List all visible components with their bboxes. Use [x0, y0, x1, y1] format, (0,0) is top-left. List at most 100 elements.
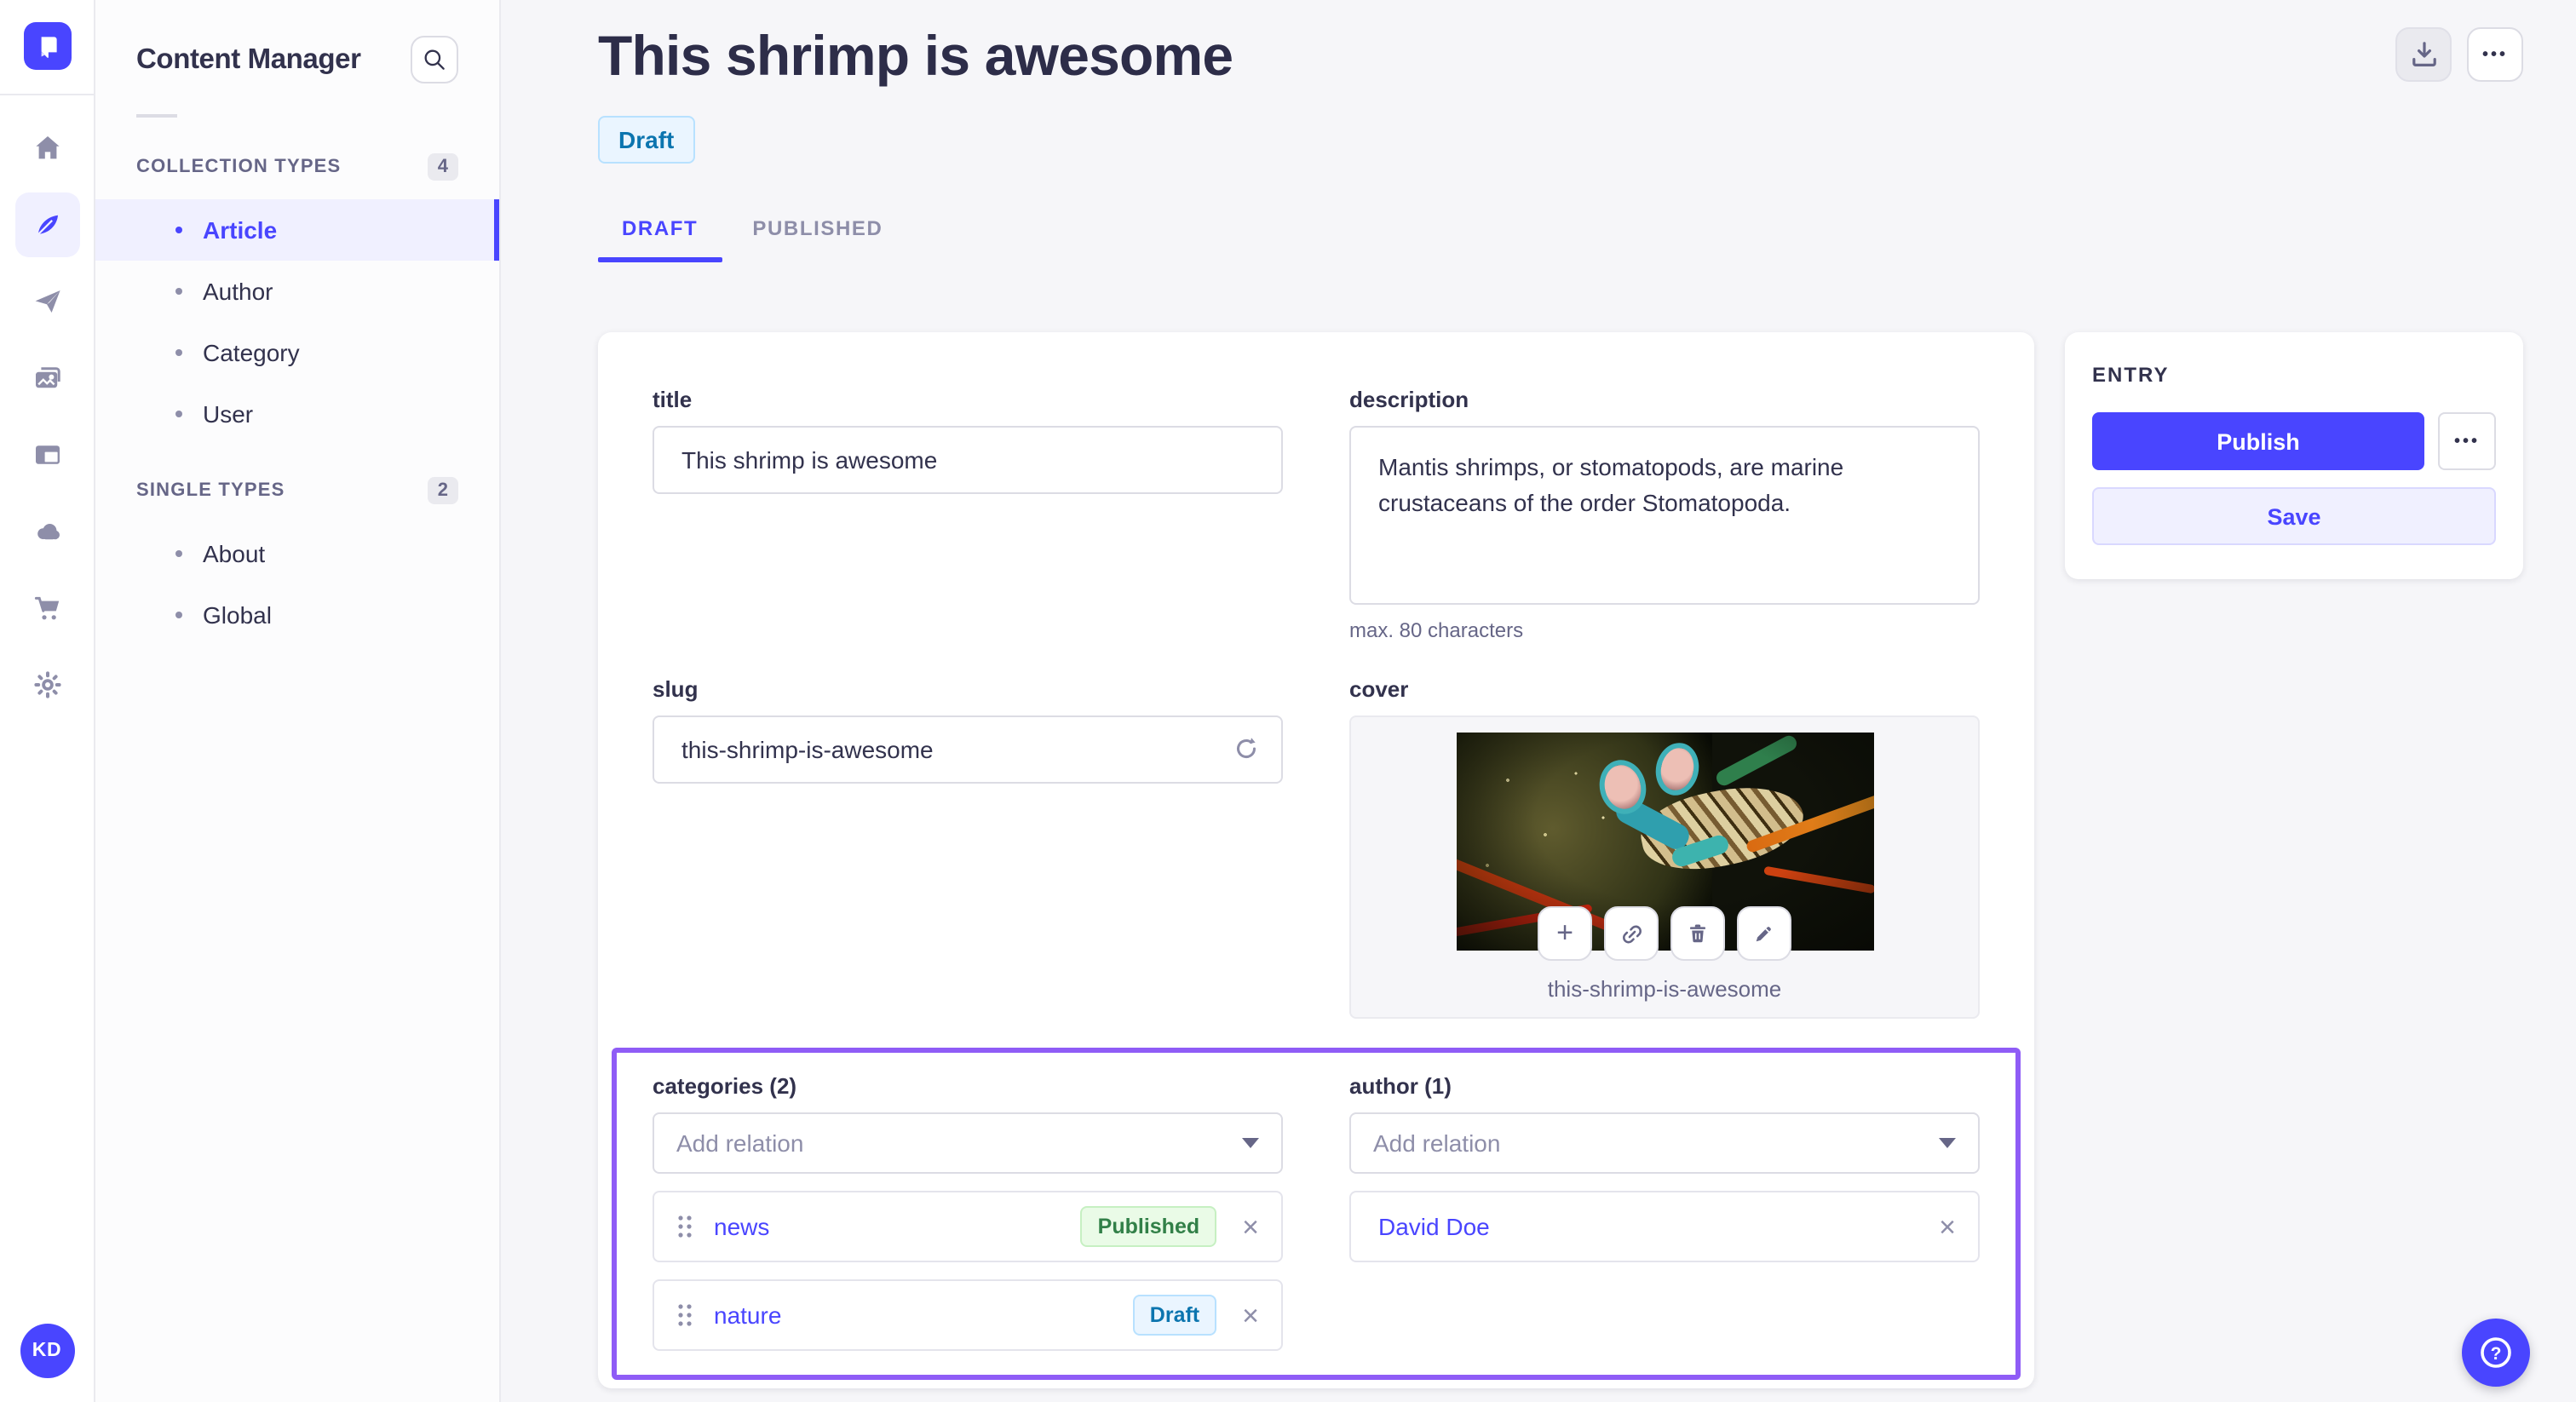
drag-handle[interactable] [676, 1301, 693, 1329]
modified-relations-zone: categories (2) Add relation news Publish… [612, 1048, 2021, 1380]
title-input[interactable] [653, 426, 1283, 494]
collection-types-header: COLLECTION TYPES 4 [136, 145, 458, 189]
cover-field: cover + this-shrimp-is-awesome [1349, 676, 1980, 1019]
sidebar-item-label: Article [203, 216, 278, 244]
relation-status-badge: Draft [1132, 1295, 1217, 1336]
collection-types-count-badge: 4 [427, 153, 458, 181]
description-textarea[interactable]: Mantis shrimps, or stomatopods, are mari… [1349, 426, 1980, 605]
status-badge: Draft [598, 116, 695, 164]
tab-published[interactable]: PUBLISHED [728, 216, 906, 262]
sidebar-item-label: About [203, 540, 266, 567]
sidebar-item-article[interactable]: Article [95, 199, 499, 261]
rail-media-library-button[interactable] [14, 346, 79, 411]
single-types-list: About Global [95, 523, 499, 646]
edit-asset-button[interactable] [1737, 906, 1791, 961]
add-asset-button[interactable]: + [1538, 906, 1592, 961]
description-label: description [1349, 387, 1469, 412]
refresh-icon [1237, 738, 1256, 759]
single-types-header: SINGLE TYPES 2 [136, 468, 458, 513]
bullet-icon [175, 288, 182, 295]
trash-icon [1690, 924, 1705, 943]
sidebar-item-label: Author [203, 278, 273, 305]
sidebar-item-user[interactable]: User [95, 383, 499, 445]
export-download-button[interactable] [2395, 27, 2452, 82]
remove-relation-button[interactable]: × [1242, 1301, 1259, 1330]
tab-draft[interactable]: DRAFT [598, 216, 722, 262]
section-label: SINGLE TYPES [136, 480, 285, 501]
chevron-down-icon [1939, 1138, 1956, 1148]
header-more-actions-button[interactable]: ••• [2467, 27, 2523, 82]
relation-link-david-doe[interactable]: David Doe [1378, 1213, 1913, 1240]
main-content: This shrimp is awesome ••• Draft DRAFT P… [501, 0, 2576, 1402]
relation-row-news: news Published × [653, 1191, 1283, 1262]
rail-marketplace-button[interactable] [14, 576, 79, 641]
slug-input[interactable] [653, 715, 1283, 784]
author-label: author (1) [1349, 1073, 1452, 1099]
publish-button[interactable]: Publish [2092, 412, 2424, 470]
section-label: COLLECTION TYPES [136, 157, 342, 177]
regenerate-slug-button[interactable] [1230, 733, 1262, 773]
remove-relation-button[interactable]: × [1939, 1212, 1956, 1241]
description-field: description Mantis shrimps, or stomatopo… [1349, 387, 1980, 642]
rail-home-button[interactable] [14, 116, 79, 181]
question-mark-icon: ? [2481, 1337, 2511, 1368]
save-button[interactable]: Save [2092, 487, 2496, 545]
user-avatar[interactable]: KD [20, 1324, 74, 1378]
collection-types-list: Article Author Category User [95, 199, 499, 445]
download-icon [2412, 42, 2435, 66]
rail-releases-button[interactable] [14, 269, 79, 334]
rail-cloud-button[interactable] [14, 499, 79, 564]
search-button[interactable] [411, 36, 458, 83]
categories-add-relation-combobox[interactable]: Add relation [653, 1112, 1283, 1174]
categories-label: categories (2) [653, 1073, 797, 1099]
bullet-icon [175, 227, 182, 233]
link-icon [1622, 924, 1641, 943]
title-label: title [653, 387, 693, 412]
feather-pen-icon [35, 215, 57, 237]
plus-icon: + [1556, 916, 1573, 949]
content-manager-sidebar: Content Manager COLLECTION TYPES 4 Artic… [95, 0, 501, 1402]
drag-handle[interactable] [676, 1213, 693, 1240]
relation-link-nature[interactable]: nature [714, 1301, 1133, 1329]
rail-content-manager-button[interactable] [14, 192, 79, 257]
bullet-icon [175, 550, 182, 557]
bullet-icon [175, 612, 182, 618]
gear-icon [33, 671, 60, 698]
relation-status-badge: Published [1080, 1206, 1217, 1247]
strapi-logo-icon[interactable] [23, 22, 71, 70]
search-icon [424, 49, 445, 70]
close-icon: × [1242, 1299, 1259, 1331]
author-field: author (1) Add relation David Doe × [1349, 1073, 1980, 1351]
remove-relation-button[interactable]: × [1242, 1212, 1259, 1241]
delete-asset-button[interactable] [1670, 906, 1725, 961]
sidebar-item-global[interactable]: Global [95, 584, 499, 646]
rail-settings-button[interactable] [14, 652, 79, 717]
drag-dots-icon [678, 1215, 692, 1238]
sidebar-item-label: Category [203, 339, 300, 366]
edit-form-card: title description Mantis shrimps, or sto… [598, 332, 2034, 1388]
help-button[interactable]: ? [2462, 1319, 2530, 1387]
slug-label: slug [653, 676, 699, 702]
entry-panel: ENTRY Publish ••• Save [2065, 332, 2523, 579]
entry-panel-title: ENTRY [2092, 363, 2170, 387]
sidebar-item-author[interactable]: Author [95, 261, 499, 322]
cloud-icon [37, 524, 59, 540]
close-icon: × [1242, 1210, 1259, 1243]
sidebar-item-about[interactable]: About [95, 523, 499, 584]
layout-builder-icon [35, 445, 59, 464]
close-icon: × [1939, 1210, 1956, 1243]
pencil-icon [1756, 927, 1771, 942]
entry-more-actions-button[interactable]: ••• [2438, 412, 2496, 470]
author-add-relation-combobox[interactable]: Add relation [1349, 1112, 1980, 1174]
relation-link-news[interactable]: news [714, 1213, 1081, 1240]
shopping-cart-icon [33, 596, 59, 620]
svg-text:?: ? [2491, 1344, 2502, 1364]
media-library-icon [35, 367, 60, 388]
copy-link-button[interactable] [1604, 906, 1659, 961]
cover-label: cover [1349, 676, 1409, 702]
rail-content-type-builder-button[interactable] [14, 422, 79, 487]
app-window: KD Content Manager COLLECTION TYPES 4 Ar… [0, 0, 2576, 1402]
sidebar-item-category[interactable]: Category [95, 322, 499, 383]
relation-row-nature: nature Draft × [653, 1279, 1283, 1351]
categories-field: categories (2) Add relation news Publish… [653, 1073, 1283, 1351]
